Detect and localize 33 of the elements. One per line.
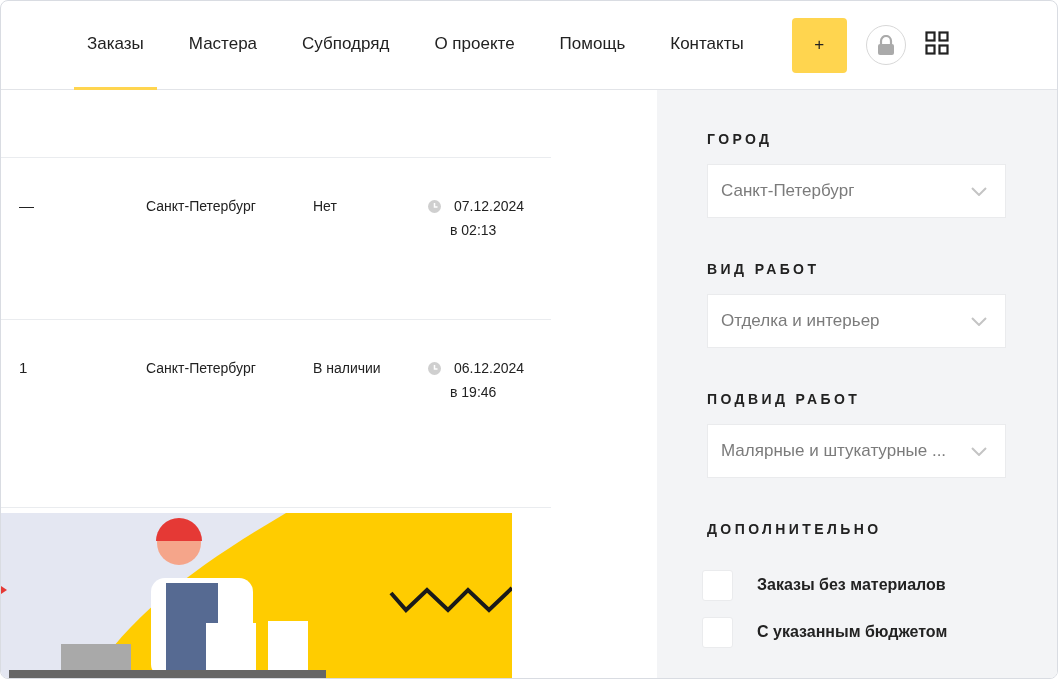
nav-tab[interactable]: Субподряд	[289, 1, 403, 90]
chevron-down-icon	[971, 446, 987, 456]
order-number: —	[19, 196, 35, 216]
nav-tab[interactable]: Контакты	[657, 1, 757, 90]
time-text: в 02:13	[450, 221, 498, 240]
clock-icon	[428, 361, 441, 375]
filter-label: ПОДВИД РАБОТ	[707, 390, 862, 408]
nav-tab[interactable]: О проекте	[421, 1, 528, 90]
filter-label: ДОПОЛНИТЕЛЬНО	[707, 520, 883, 538]
checkbox-label[interactable]: Заказы без материалов	[757, 576, 946, 594]
dropdown-select[interactable]: Отделка и интерьер	[707, 294, 1006, 348]
chevron-down-icon	[971, 186, 987, 196]
materials-text: Нет	[313, 197, 338, 216]
checkbox-label[interactable]: С указанным бюджетом	[757, 623, 948, 641]
grid-menu-icon[interactable]	[924, 31, 949, 55]
filter-label: ВИД РАБОТ	[707, 260, 821, 278]
nav-tab[interactable]: Мастера	[175, 1, 271, 90]
nav-tab[interactable]: Заказы	[74, 1, 157, 90]
dropdown-select[interactable]: Санкт-Петербург	[707, 164, 1006, 218]
date-text: 06.12.2024	[454, 358, 526, 378]
time-text: в 19:46	[450, 382, 498, 402]
dropdown-select[interactable]: Малярные и штукатурные ...	[707, 424, 1006, 478]
order-number: 1	[19, 357, 29, 378]
lock-icon	[876, 35, 895, 55]
clock-icon	[428, 200, 441, 213]
city-text: Санкт-Петербург	[146, 197, 257, 216]
date-text: 07.12.2024	[454, 197, 526, 216]
materials-text: В наличии	[313, 358, 382, 378]
city-text: Санкт-Петербург	[146, 358, 257, 378]
chevron-down-icon	[971, 316, 987, 326]
add-button[interactable]: +	[791, 17, 847, 73]
filter-label: ГОРОД	[707, 130, 774, 148]
nav-tab[interactable]: Помощь	[546, 1, 639, 90]
